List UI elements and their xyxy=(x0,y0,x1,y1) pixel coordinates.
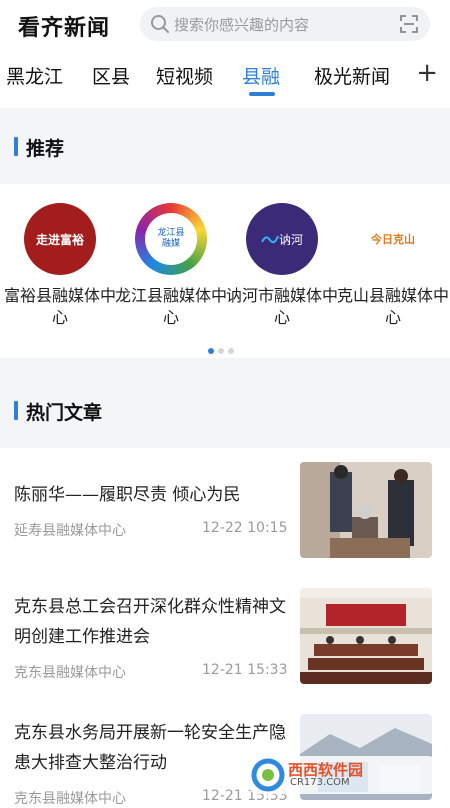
watermark-logo: 西西软件园 CR173.COM xyxy=(248,756,438,794)
tab-short-video[interactable]: 短视频 xyxy=(156,62,213,89)
tab-heilongjiang[interactable]: 黑龙江 xyxy=(6,62,63,89)
recommend-item[interactable]: 讷河 讷河市融媒体中心 xyxy=(226,185,338,329)
add-tab-icon[interactable]: + xyxy=(416,58,438,88)
recommend-item-name: 富裕县融媒体中心 xyxy=(4,286,117,327)
page-dot xyxy=(228,348,234,354)
article-source: 克东县融媒体中心 xyxy=(14,665,126,681)
carousel-page-indicator xyxy=(208,339,238,358)
page-dot-active xyxy=(208,348,214,354)
article-time: 12-22 10:15 xyxy=(202,520,288,536)
article-title: 陈丽华——履职尽责 倾心为民 xyxy=(14,485,241,505)
article-time: 12-21 15:33 xyxy=(202,662,288,678)
tab-county-media[interactable]: 县融 xyxy=(242,62,280,89)
recommend-item-name: 讷河市融媒体中心 xyxy=(226,286,339,327)
scan-icon[interactable] xyxy=(400,15,418,33)
article-thumbnail xyxy=(300,588,432,684)
active-tab-indicator xyxy=(249,92,275,96)
top-bar: 看齐新闻 搜索你感兴趣的内容 xyxy=(0,0,450,50)
recommend-item[interactable]: 今日克山 克山县融媒体中心 xyxy=(337,185,449,329)
article-title: 克东县总工会召开深化群众性精神文明创建工作推进会 xyxy=(14,597,286,647)
recommend-item[interactable]: 龙江县融媒 龙江县融媒体中心 xyxy=(115,185,227,329)
search-placeholder: 搜索你感兴趣的内容 xyxy=(174,16,310,34)
channel-tabs: 黑龙江 区县 短视频 县融 极光新闻 + xyxy=(0,52,450,98)
article-thumbnail xyxy=(300,462,432,558)
media-logo-fuyu: 走进富裕 xyxy=(24,203,96,275)
article-item[interactable]: 克东县总工会召开深化群众性精神文明创建工作推进会 克东县融媒体中心 12-21 … xyxy=(0,574,450,701)
wave-icon xyxy=(261,235,279,244)
recommend-item-name: 龙江县融媒体中心 xyxy=(115,286,228,327)
hot-header-band: 热门文章 xyxy=(0,358,450,448)
watermark-domain: CR173.COM xyxy=(290,777,350,788)
recommend-carousel[interactable]: 走进富裕 富裕县融媒体中心 龙江县融媒 龙江县融媒体中心 讷河 讷河市融媒体中心… xyxy=(0,185,450,355)
media-logo-nehe: 讷河 xyxy=(246,203,318,275)
recommend-item[interactable]: 走进富裕 富裕县融媒体中心 xyxy=(4,185,116,329)
section-title-hot: 热门文章 xyxy=(14,398,102,425)
section-title-recommend: 推荐 xyxy=(14,134,64,161)
tab-aurora-news[interactable]: 极光新闻 xyxy=(314,62,390,89)
tab-districts[interactable]: 区县 xyxy=(92,62,130,89)
app-title: 看齐新闻 xyxy=(18,16,111,41)
article-item[interactable]: 陈丽华——履职尽责 倾心为民 延寿县融媒体中心 12-22 10:15 xyxy=(0,448,450,575)
search-icon xyxy=(151,15,169,33)
article-source: 延寿县融媒体中心 xyxy=(14,523,126,539)
media-logo-longjiang: 龙江县融媒 xyxy=(135,203,207,275)
recommend-header-band: 推荐 xyxy=(0,108,450,184)
page-dot xyxy=(218,348,224,354)
article-source: 克东县融媒体中心 xyxy=(14,791,126,807)
recommend-item-name: 克山县融媒体中心 xyxy=(337,286,450,327)
search-bar[interactable]: 搜索你感兴趣的内容 xyxy=(140,7,430,41)
media-logo-keshan: 今日克山 xyxy=(357,203,429,275)
